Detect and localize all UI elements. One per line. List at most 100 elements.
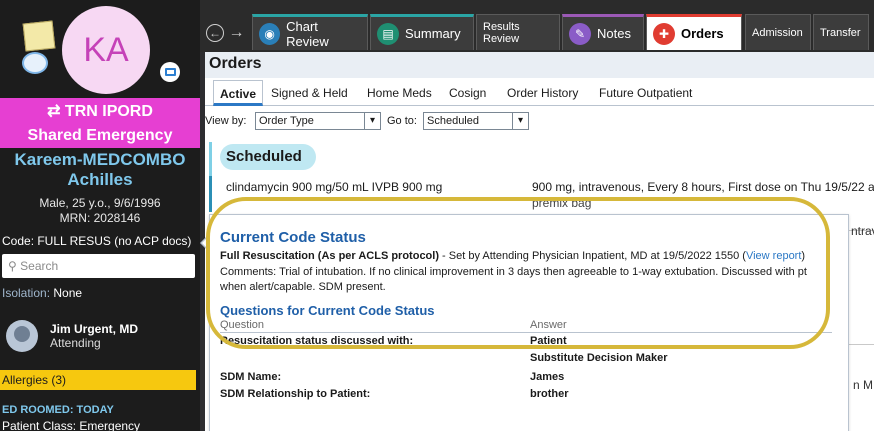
tab-orders[interactable]: ✚ Orders xyxy=(646,14,742,50)
demographics: Male, 25 y.o., 9/6/1996 xyxy=(39,196,161,210)
answer-cell: Substitute Decision Maker xyxy=(530,352,668,364)
view-report-link[interactable]: View report xyxy=(746,250,801,262)
questions-title: Questions for Current Code Status xyxy=(220,303,435,318)
question-cell: SDM Relationship to Patient: xyxy=(220,388,371,400)
order-name: clindamycin 900 mg/50 mL IVPB 900 mg xyxy=(226,180,443,194)
chart-review-icon: ◉ xyxy=(259,22,281,45)
section-header: Scheduled xyxy=(209,142,874,176)
order-detail: 900 mg, intravenous, Every 8 hours, Firs… xyxy=(532,180,874,194)
question-cell: SDM Name: xyxy=(220,371,282,383)
provider-name: Jim Urgent, MD xyxy=(50,322,139,336)
tab-label: Chart Review xyxy=(286,18,329,49)
answer-cell: Patient xyxy=(530,335,567,347)
patient-avatar[interactable]: KA xyxy=(62,6,150,94)
answer-cell: brother xyxy=(530,388,569,400)
tab-label: Admission xyxy=(752,26,803,39)
search-placeholder: Search xyxy=(20,259,59,273)
question-cell: Resuscitation status discussed with: xyxy=(220,335,414,347)
search-icon: ⚲ xyxy=(8,259,17,273)
tab-chart-review[interactable]: ◉ Chart Review xyxy=(252,14,368,50)
tab-label: Summary xyxy=(405,26,461,41)
monitor-icon[interactable] xyxy=(160,62,180,82)
isolation-status: Isolation: None xyxy=(2,286,82,300)
code-status-summary[interactable]: Code: FULL RESUS (no ACP docs) xyxy=(0,232,200,250)
subtab-signed-held[interactable]: Signed & Held xyxy=(271,86,348,100)
location-banner-line2: Shared Emergency xyxy=(27,127,173,144)
tab-label: Notes xyxy=(597,26,631,41)
mrn: MRN: 2028146 xyxy=(59,211,141,225)
tab-results-review[interactable]: Results Review xyxy=(476,14,560,50)
obscured-order-text: ntrav xyxy=(851,224,874,238)
subtab-home-meds[interactable]: Home Meds xyxy=(367,86,432,100)
answer-cell: James xyxy=(530,371,565,383)
subtab-cosign[interactable]: Cosign xyxy=(449,86,486,100)
table-row: SDM Relationship to Patient: brother xyxy=(220,388,832,404)
activity-tab-bar: ← → ◉ Chart Review ▤ Summary Results Rev… xyxy=(200,0,874,52)
provider-role: Attending xyxy=(50,336,101,350)
isolation-label: Isolation: xyxy=(2,286,51,300)
table-row: Resuscitation status discussed with: Pat… xyxy=(220,335,832,351)
chevron-down-icon: ▾ xyxy=(364,113,380,129)
go-to-label: Go to: xyxy=(387,115,417,127)
popup-caret xyxy=(200,233,211,253)
view-by-select[interactable]: Order Type ▾ xyxy=(255,112,381,130)
go-to-value: Scheduled xyxy=(427,115,479,127)
code-status-line: Full Resuscitation (As per ACLS protocol… xyxy=(220,249,832,264)
code-status-value: Full Resuscitation (As per ACLS protocol… xyxy=(220,250,439,262)
page-title: Orders xyxy=(205,52,874,78)
patient-demographics: Male, 25 y.o., 9/6/1996 MRN: 2028146 xyxy=(0,196,200,226)
code-status-setby: - Set by Attending Physician Inpatient, … xyxy=(439,250,746,262)
stethoscope-icon xyxy=(22,52,48,74)
view-by-label: View by: xyxy=(205,115,247,127)
obscured-order-text: n M xyxy=(853,378,874,392)
section-pill[interactable]: Scheduled xyxy=(220,144,316,170)
tab-notes[interactable]: ✎ Notes xyxy=(562,14,644,50)
subtab-order-history[interactable]: Order History xyxy=(507,86,578,100)
ed-roomed-status: ED ROOMED: TODAY xyxy=(2,404,114,416)
tab-label: Orders xyxy=(681,26,724,41)
order-row[interactable]: clindamycin 900 mg/50 mL IVPB 900 mg 900… xyxy=(209,176,874,212)
location-banner-line1: ⇄ TRN IPORD xyxy=(47,103,153,120)
tab-admission[interactable]: Admission xyxy=(745,14,811,50)
table-row: Substitute Decision Maker xyxy=(220,352,832,368)
back-arrow-icon[interactable]: ← xyxy=(206,24,224,42)
notes-icon: ✎ xyxy=(569,22,591,45)
orders-subtabs: Active Signed & Held Home Meds Cosign Or… xyxy=(205,80,874,106)
order-detail-line2: premix bag xyxy=(532,196,592,210)
back-forward-nav[interactable]: ← → xyxy=(206,24,246,42)
question-column-header: Question xyxy=(220,319,265,331)
patient-class: Patient Class: Emergency xyxy=(2,419,141,431)
subtab-future-outpatient[interactable]: Future Outpatient xyxy=(599,86,692,100)
view-by-bar: View by: Order Type ▾ Go to: Scheduled ▾ xyxy=(205,112,874,134)
patient-name-line2: Achilles xyxy=(67,170,133,189)
orders-icon: ✚ xyxy=(653,22,675,45)
allergies-banner[interactable]: Allergies (3) xyxy=(0,370,196,390)
chevron-down-icon: ▾ xyxy=(512,113,528,129)
summary-icon: ▤ xyxy=(377,22,399,45)
isolation-value: None xyxy=(53,286,83,300)
code-status-comments: Comments: Trial of intubation. If no cli… xyxy=(220,266,807,293)
tab-summary[interactable]: ▤ Summary xyxy=(370,14,474,50)
screen: KA ⇄ TRN IPORD Shared Emergency Kareem-M… xyxy=(0,0,874,431)
code-status-close-paren: ) xyxy=(801,250,806,262)
location-banner: ⇄ TRN IPORD Shared Emergency xyxy=(0,98,200,148)
tab-transfer[interactable]: Transfer xyxy=(813,14,869,50)
tab-label: Results Review xyxy=(483,20,520,45)
attending-provider[interactable]: Jim Urgent, MD Attending xyxy=(6,318,196,358)
provider-avatar xyxy=(6,320,38,352)
orders-activity: Orders Active Signed & Held Home Meds Co… xyxy=(200,52,874,431)
patient-sidebar: KA ⇄ TRN IPORD Shared Emergency Kareem-M… xyxy=(0,0,200,431)
forward-arrow-icon[interactable]: → xyxy=(228,24,244,41)
sticky-note-icon[interactable] xyxy=(22,20,56,52)
view-by-value: Order Type xyxy=(259,115,314,127)
patient-name-line1: Kareem-MEDCOMBO xyxy=(14,150,186,169)
code-status-popup: Current Code Status Full Resuscitation (… xyxy=(200,214,849,431)
answer-column-header: Answer xyxy=(530,319,567,331)
table-row: SDM Name: James xyxy=(220,371,832,387)
tab-label: Transfer xyxy=(820,26,861,39)
go-to-select[interactable]: Scheduled ▾ xyxy=(423,112,529,130)
patient-name[interactable]: Kareem-MEDCOMBO Achilles xyxy=(0,150,200,190)
sidebar-search-input[interactable]: ⚲ Search xyxy=(2,254,195,278)
subtab-active[interactable]: Active xyxy=(213,80,264,106)
questions-header: Question Answer xyxy=(220,319,832,333)
